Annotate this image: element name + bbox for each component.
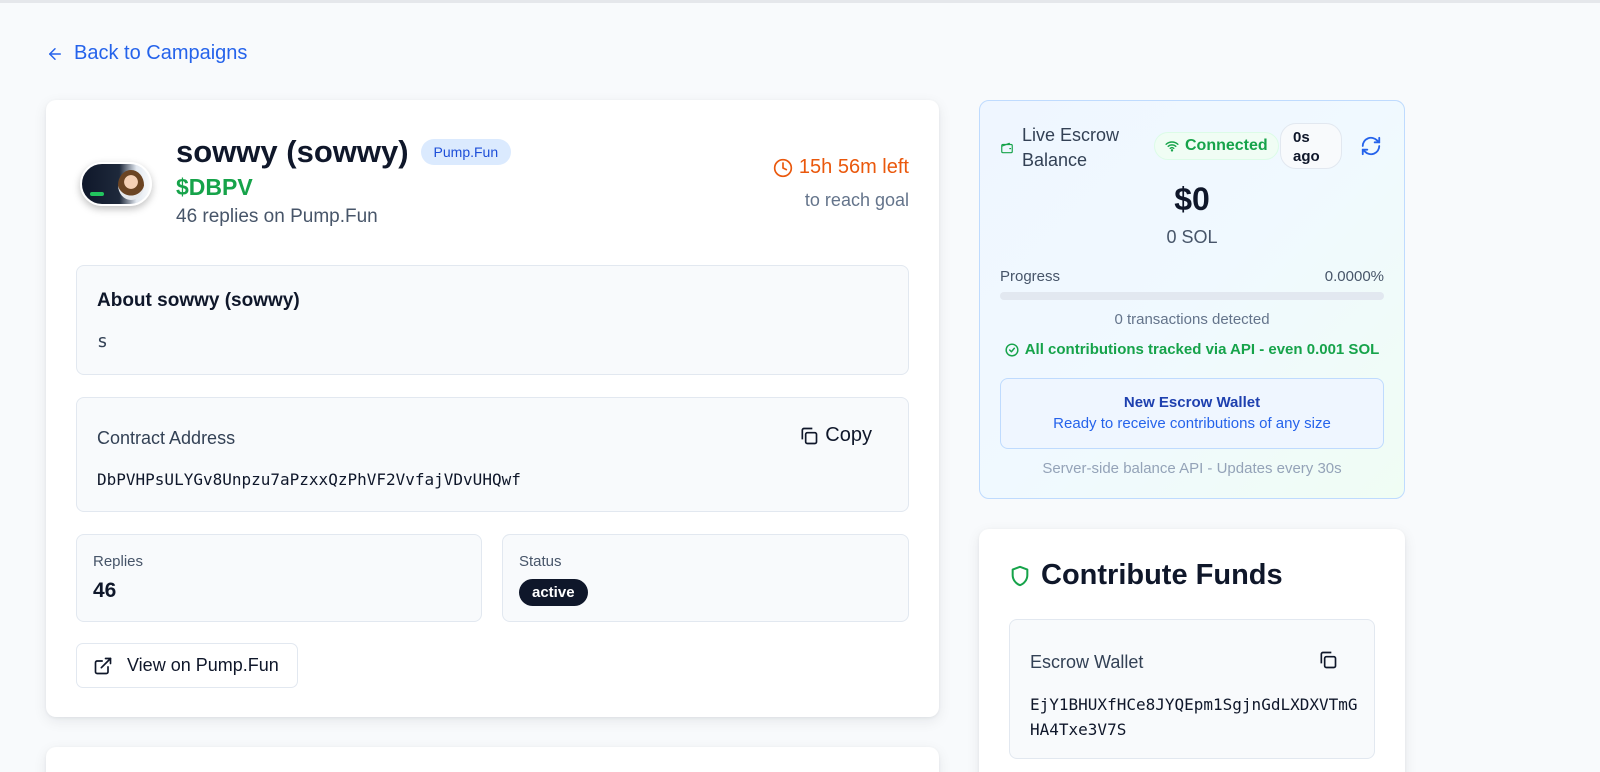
back-to-campaigns-link[interactable]: Back to Campaigns (46, 42, 247, 65)
escrow-balance-card: Live Escrow Balance Connected 0s ago $0 … (979, 100, 1405, 499)
arrow-left-icon (49, 47, 61, 60)
contribute-title: Contribute Funds (1041, 559, 1283, 591)
replies-stat-value: 46 (93, 579, 117, 602)
contract-address: DbPVHPsULYGv8Unpzu7aPzxxQzPhVF2VvfajVDvU… (97, 470, 521, 489)
escrow-usd-balance: $0 (1174, 181, 1210, 217)
campaign-title: sowwy (sowwy) (176, 134, 409, 169)
escrow-title: Live Escrow Balance (1022, 125, 1120, 170)
progress-value: 0.0000% (1324, 268, 1384, 285)
tracked-note: All contributions tracked via API - even… (980, 341, 1404, 358)
clock-icon (773, 158, 793, 177)
escrow-wallet-box: Escrow Wallet EjY1BHUXfHCe8JYQEpm1SgjnGd… (1009, 619, 1375, 759)
token-avatar (80, 162, 152, 206)
connection-badge: Connected (1154, 132, 1279, 160)
contract-panel: Contract Address Copy DbPVHPsULYGv8Unpzu… (76, 397, 909, 512)
replies-summary: 46 replies on Pump.Fun (176, 206, 378, 227)
connection-text: Connected (1185, 137, 1268, 154)
last-updated-badge: 0s ago (1280, 123, 1342, 169)
new-wallet-subtitle: Ready to receive contributions of any si… (1053, 415, 1331, 432)
copy-label: Copy (825, 424, 872, 446)
secondary-card (46, 747, 939, 772)
transactions-count: 0 transactions detected (1114, 311, 1270, 328)
progress-bar (1000, 292, 1384, 300)
replies-stat-label: Replies (93, 553, 144, 570)
tracked-note-text: All contributions tracked via API - even… (1024, 341, 1380, 358)
copy-icon (801, 427, 818, 444)
external-link-icon (94, 657, 112, 674)
token-ticker: $DBPV (176, 174, 253, 200)
platform-badge: Pump.Fun (420, 139, 512, 165)
escrow-wallet-address: EjY1BHUXfHCe8JYQEpm1SgjnGdLXDXVTmGHA4Txe… (1030, 695, 1358, 739)
about-panel: About sowwy (sowwy) s (76, 265, 909, 375)
escrow-header: Live Escrow Balance (1000, 123, 1132, 173)
contract-label: Contract Address (97, 428, 236, 448)
top-border (0, 0, 1600, 3)
goal-caption: to reach goal (804, 190, 909, 210)
about-text: s (97, 331, 108, 352)
progress-label: Progress (1000, 268, 1061, 285)
escrow-sol-balance: 0 SOL (1166, 227, 1218, 247)
wifi-icon (1165, 141, 1179, 152)
status-badge: active (519, 579, 588, 606)
new-wallet-title: New Escrow Wallet (1123, 394, 1261, 411)
copy-icon[interactable] (1318, 650, 1338, 670)
back-label: Back to Campaigns (74, 42, 248, 64)
status-stat: Status active (502, 534, 909, 622)
time-left: 15h 56m left (773, 156, 909, 179)
wallet-icon (1001, 142, 1013, 154)
contribute-header: Contribute Funds (1009, 559, 1283, 592)
replies-stat: Replies 46 (76, 534, 482, 622)
check-circle-icon (1005, 342, 1019, 357)
copy-contract-button[interactable]: Copy (799, 424, 872, 447)
shield-icon (1011, 565, 1029, 586)
refresh-icon[interactable] (1360, 135, 1382, 157)
contribute-card: Contribute Funds Escrow Wallet EjY1BHUXf… (979, 529, 1405, 772)
view-button-label: View on Pump.Fun (127, 655, 279, 675)
escrow-wallet-label: Escrow Wallet (1030, 652, 1144, 672)
campaign-card: sowwy (sowwy) Pump.Fun $DBPV 46 replies … (46, 100, 939, 717)
time-left-text: 15h 56m left (798, 156, 909, 178)
view-on-pumpfun-button[interactable]: View on Pump.Fun (76, 643, 298, 688)
title-row: sowwy (sowwy) Pump.Fun (176, 134, 512, 170)
about-heading: About sowwy (sowwy) (97, 290, 300, 311)
status-stat-label: Status (519, 553, 562, 570)
server-note: Server-side balance API - Updates every … (1042, 460, 1342, 477)
new-wallet-notice: New Escrow Wallet Ready to receive contr… (1000, 378, 1384, 449)
